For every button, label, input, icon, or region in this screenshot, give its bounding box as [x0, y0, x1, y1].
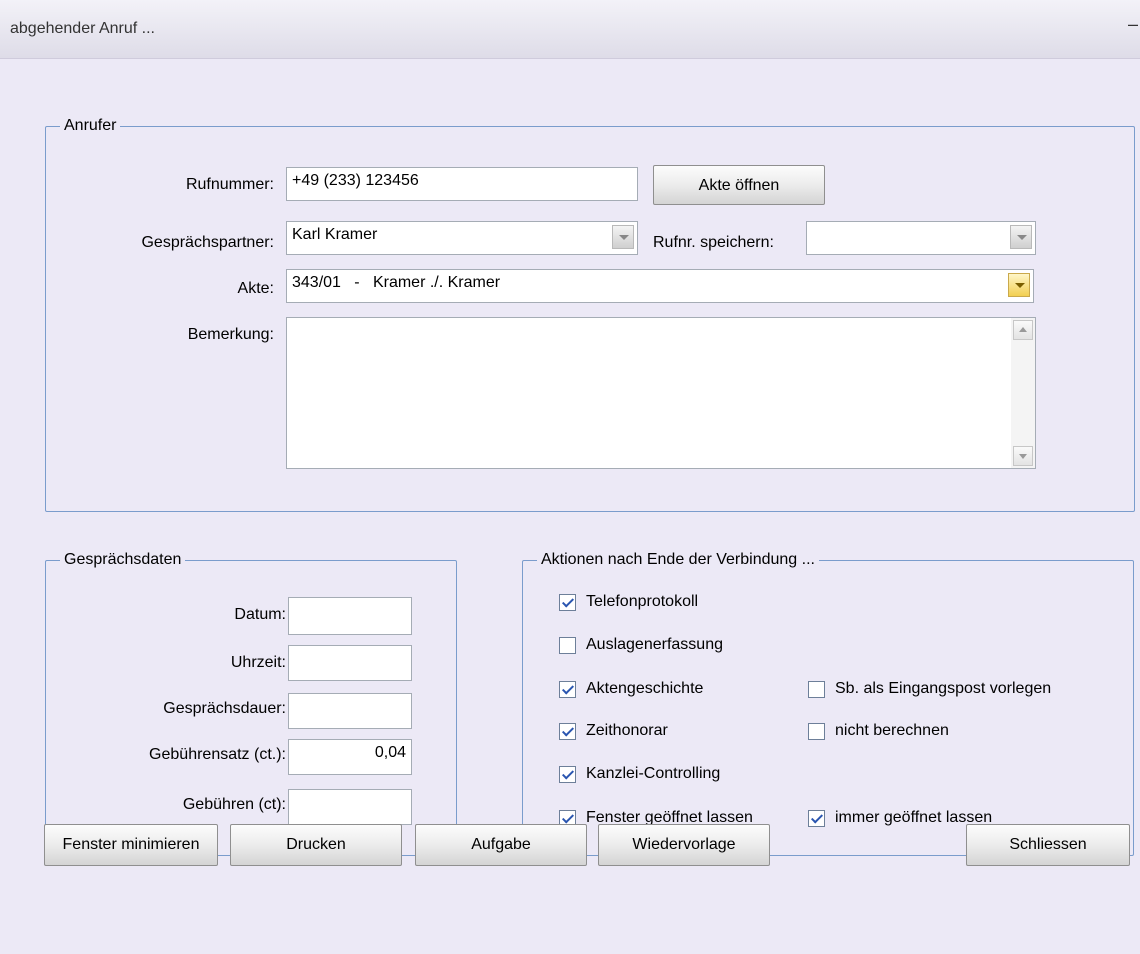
- checkbox-nicht-berechnen[interactable]: nicht berechnen: [808, 721, 949, 741]
- file-dropdown[interactable]: 343/01 - Kramer ./. Kramer: [286, 269, 1034, 303]
- date-label: Datum:: [234, 606, 286, 623]
- checkbox-label: Telefonprotokoll: [586, 593, 699, 610]
- checkbox-immer-offen[interactable]: immer geöffnet lassen: [808, 808, 992, 828]
- scroll-down-icon[interactable]: [1013, 446, 1033, 466]
- checkbox-label: Sb. als Eingangspost vorlegen: [835, 680, 1052, 697]
- checkbox-box[interactable]: [559, 636, 576, 654]
- open-file-button[interactable]: Akte öffnen: [653, 165, 825, 205]
- minimize-window-button[interactable]: Fenster minimieren: [44, 824, 218, 866]
- date-input[interactable]: [288, 597, 412, 635]
- checkbox-zeithonorar[interactable]: Zeithonorar: [559, 721, 668, 741]
- checkbox-box[interactable]: [559, 765, 576, 783]
- partner-value: Karl Kramer: [292, 226, 378, 243]
- checkbox-box[interactable]: [559, 593, 576, 611]
- scroll-up-icon[interactable]: [1013, 320, 1033, 340]
- task-button[interactable]: Aufgabe: [415, 824, 587, 866]
- resubmission-button[interactable]: Wiedervorlage: [598, 824, 770, 866]
- chevron-down-icon[interactable]: [1008, 273, 1030, 297]
- call-data-group: Gesprächsdaten Datum: Uhrzeit: Gesprächs…: [45, 550, 457, 856]
- fees-label: Gebühren (ct):: [182, 796, 286, 813]
- checkbox-auslagenerfassung[interactable]: Auslagenerfassung: [559, 635, 723, 655]
- checkbox-label: nicht berechnen: [835, 722, 949, 739]
- checkbox-label: Kanzlei-Controlling: [586, 765, 721, 782]
- save-number-label: Rufnr. speichern:: [653, 234, 774, 251]
- remark-textarea[interactable]: [286, 317, 1036, 469]
- remark-scrollbar[interactable]: [1011, 318, 1035, 468]
- caller-group-legend: Anrufer: [60, 116, 121, 136]
- save-number-dropdown[interactable]: [806, 221, 1036, 255]
- partner-dropdown[interactable]: Karl Kramer: [286, 221, 638, 255]
- caller-group: Anrufer Rufnummer: +49 (233) 123456 Akte…: [45, 116, 1135, 512]
- phone-input[interactable]: +49 (233) 123456: [286, 167, 638, 201]
- file-value: 343/01 - Kramer ./. Kramer: [292, 274, 501, 291]
- time-label: Uhrzeit:: [230, 654, 286, 671]
- chevron-down-icon[interactable]: [612, 225, 634, 249]
- print-button[interactable]: Drucken: [230, 824, 402, 866]
- actions-group-legend: Aktionen nach Ende der Verbindung ...: [537, 550, 819, 570]
- window-title: abgehender Anruf ...: [10, 20, 155, 37]
- time-input[interactable]: [288, 645, 412, 681]
- checkbox-box[interactable]: [808, 809, 825, 827]
- checkbox-telefonprotokoll[interactable]: Telefonprotokoll: [559, 592, 698, 612]
- checkbox-kanzlei-controlling[interactable]: Kanzlei-Controlling: [559, 764, 720, 784]
- duration-label: Gesprächsdauer:: [163, 700, 286, 717]
- checkbox-box[interactable]: [559, 722, 576, 740]
- checkbox-aktengeschichte[interactable]: Aktengeschichte: [559, 679, 703, 699]
- duration-input[interactable]: [288, 693, 412, 729]
- checkbox-label: Auslagenerfassung: [586, 636, 723, 653]
- close-button[interactable]: Schliessen: [966, 824, 1130, 866]
- rate-input[interactable]: 0,04: [288, 739, 412, 775]
- file-label: Akte:: [237, 280, 274, 297]
- call-data-group-legend: Gesprächsdaten: [60, 550, 186, 570]
- checkbox-eingangspost[interactable]: Sb. als Eingangspost vorlegen: [808, 679, 1051, 699]
- checkbox-box[interactable]: [808, 722, 825, 740]
- title-bar: abgehender Anruf ... –: [0, 0, 1140, 59]
- partner-label: Gesprächspartner:: [141, 234, 274, 251]
- minimize-icon[interactable]: –: [1128, 14, 1138, 35]
- chevron-down-icon[interactable]: [1010, 225, 1032, 249]
- checkbox-box[interactable]: [808, 680, 825, 698]
- checkbox-label: Zeithonorar: [586, 722, 668, 739]
- checkbox-label: Aktengeschichte: [586, 680, 704, 697]
- rate-label: Gebührensatz (ct.):: [149, 746, 286, 763]
- fees-input[interactable]: [288, 789, 412, 825]
- phone-label: Rufnummer:: [185, 176, 274, 193]
- checkbox-box[interactable]: [559, 680, 576, 698]
- actions-group: Aktionen nach Ende der Verbindung ... Te…: [522, 550, 1134, 856]
- remark-label: Bemerkung:: [187, 326, 274, 343]
